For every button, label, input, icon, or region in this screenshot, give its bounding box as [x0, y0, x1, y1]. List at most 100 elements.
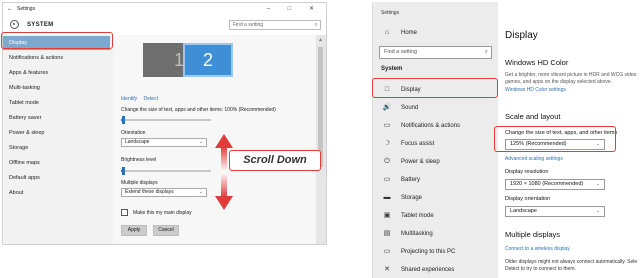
- orientation-value: Landscape: [125, 139, 150, 145]
- window-title: Settings: [381, 10, 400, 16]
- sidebar-item-apps[interactable]: Apps & features: [3, 66, 110, 80]
- sidebar-item-battery[interactable]: ▭ Battery: [373, 171, 498, 189]
- sidebar-item-label: Shared experiences: [401, 267, 455, 273]
- chevron-down-icon: ⌄: [198, 139, 203, 145]
- sidebar-item-label: Tablet mode: [401, 213, 434, 219]
- main-display-checkbox[interactable]: [121, 209, 128, 216]
- hd-color-settings-link[interactable]: Windows HD Color settings: [505, 87, 566, 93]
- sidebar-item-home[interactable]: ⌂ Home: [373, 24, 498, 42]
- hd-color-description-line2: games, and apps on the display selected …: [505, 79, 613, 85]
- arrow-down-icon: [215, 196, 233, 210]
- search-input[interactable]: Find a setting ⌕: [379, 46, 492, 59]
- search-input[interactable]: Find a setting ⌕: [229, 20, 321, 30]
- brightness-label: Brightness level: [121, 157, 157, 163]
- sidebar-item-storage[interactable]: Storage: [3, 141, 110, 155]
- sidebar-item-projecting[interactable]: ▭ Projecting to this PC: [373, 243, 498, 261]
- sidebar-item-about[interactable]: About: [3, 186, 110, 200]
- sidebar-item-label: Battery: [401, 177, 421, 183]
- sidebar-item-multitasking[interactable]: Multi-tasking: [3, 81, 110, 95]
- older-displays-text-line2: Detect to try to connect to them.: [505, 266, 576, 272]
- advanced-scaling-link[interactable]: Advanced scaling settings: [505, 156, 563, 162]
- detect-link[interactable]: Detect: [144, 96, 158, 102]
- orientation-value: Landscape: [510, 208, 537, 214]
- orientation-dropdown[interactable]: Landscape ⌄: [505, 206, 605, 217]
- sidebar-item-multitasking[interactable]: ▤ Multitasking: [373, 225, 498, 243]
- apply-button[interactable]: Apply: [121, 225, 147, 236]
- page-title: SYSTEM: [27, 22, 54, 28]
- battery-icon: ▭: [383, 176, 391, 183]
- sidebar-item-label: Sound: [401, 105, 419, 111]
- resolution-dropdown[interactable]: 1920 × 1080 (Recommended) ⌄: [505, 179, 605, 190]
- moon-icon: ☽: [383, 140, 391, 147]
- sidebar-item-power-sleep[interactable]: Power & sleep: [3, 126, 110, 140]
- multitasking-icon: ▤: [383, 230, 391, 237]
- home-icon: ⌂: [384, 29, 390, 36]
- sidebar-item-battery-saver[interactable]: Battery saver: [3, 111, 110, 125]
- sidebar-item-tablet-mode[interactable]: ▣ Tablet mode: [373, 207, 498, 225]
- multiple-displays-heading: Multiple displays: [505, 230, 561, 239]
- page-title: Display: [505, 30, 538, 41]
- power-icon: ⏻: [384, 158, 390, 165]
- sidebar-item-default-apps[interactable]: Default apps: [3, 171, 110, 185]
- gear-icon: [10, 20, 19, 29]
- highlight-display-left: [1, 32, 113, 49]
- chevron-down-icon: ⌄: [595, 181, 600, 187]
- search-icon: ⌕: [314, 22, 318, 28]
- speaker-icon: 🔊: [382, 104, 392, 111]
- highlight-scale-setting: [494, 126, 616, 152]
- sidebar-item-storage[interactable]: ▬ Storage: [373, 189, 498, 207]
- chevron-down-icon: ⌄: [595, 208, 600, 214]
- orientation-label: Display orientation: [505, 196, 551, 202]
- sidebar: Display Notifications & actions Apps & f…: [3, 35, 110, 244]
- scale-slider-thumb[interactable]: [121, 116, 125, 124]
- title-bar: ← Settings – □ ✕: [3, 3, 326, 15]
- cancel-button[interactable]: Cancel: [153, 225, 179, 236]
- orientation-label: Orientation: [121, 130, 146, 136]
- resolution-label: Display resolution: [505, 169, 549, 175]
- search-placeholder: Find a setting: [384, 49, 418, 55]
- sidebar-item-tablet-mode[interactable]: Tablet mode: [3, 96, 110, 110]
- scale-layout-heading: Scale and layout: [505, 112, 561, 121]
- sidebar-item-label: Focus assist: [401, 141, 435, 147]
- sidebar-item-sound[interactable]: 🔊 Sound: [373, 99, 498, 117]
- sidebar: Settings ⌂ Home Find a setting ⌕ System …: [373, 2, 498, 278]
- search-placeholder: Find a setting: [233, 22, 264, 28]
- scale-label: Change the size of text, apps and other …: [121, 107, 276, 113]
- identify-detect-links: Identify Detect: [121, 96, 163, 102]
- multiple-displays-label: Multiple displays: [121, 180, 158, 186]
- scroll-up-icon[interactable]: ▲: [318, 37, 323, 43]
- notification-icon: ▭: [383, 122, 391, 129]
- resolution-value: 1920 × 1080 (Recommended): [510, 181, 584, 187]
- arrow-shaft: [221, 147, 227, 197]
- sidebar-item-focus-assist[interactable]: ☽ Focus assist: [373, 135, 498, 153]
- brightness-slider-thumb[interactable]: [121, 167, 125, 175]
- monitor-2[interactable]: 2: [183, 43, 233, 77]
- sidebar-item-shared-experiences[interactable]: ✕ Shared experiences: [373, 261, 498, 278]
- wireless-display-link[interactable]: Connect to a wireless display: [505, 246, 570, 252]
- identify-link[interactable]: Identify: [121, 96, 137, 102]
- sidebar-item-notifications[interactable]: ▭ Notifications & actions: [373, 117, 498, 135]
- projector-icon: ▭: [383, 248, 391, 255]
- window-controls[interactable]: – □ ✕: [267, 5, 322, 12]
- brightness-slider[interactable]: [121, 167, 211, 175]
- sidebar-item-power-sleep[interactable]: ⏻ Power & sleep: [373, 153, 498, 171]
- highlight-display-right: [372, 78, 498, 98]
- hd-color-description-line1: Get a brighter, more vibrant picture in …: [505, 72, 637, 78]
- sidebar-item-notifications[interactable]: Notifications & actions: [3, 51, 110, 65]
- scale-slider[interactable]: [121, 116, 211, 124]
- sidebar-item-label: Notifications & actions: [401, 123, 461, 129]
- storage-icon: ▬: [383, 194, 391, 201]
- sidebar-item-offline-maps[interactable]: Offline maps: [3, 156, 110, 170]
- back-arrow-icon[interactable]: ←: [7, 6, 13, 12]
- scroll-down-callout: Scroll Down: [229, 150, 321, 171]
- vertical-scrollbar[interactable]: ▲: [316, 35, 326, 244]
- multiple-displays-dropdown[interactable]: Extend these displays ⌄: [121, 188, 207, 197]
- sidebar-item-label: Projecting to this PC: [401, 249, 456, 255]
- orientation-dropdown[interactable]: Landscape ⌄: [121, 138, 207, 147]
- arrow-up-icon: [215, 134, 233, 148]
- tablet-icon: ▣: [383, 212, 391, 219]
- sidebar-item-label: Multitasking: [401, 231, 433, 237]
- section-heading: System: [381, 66, 403, 72]
- main-display-label: Make this my main display: [133, 210, 192, 216]
- scrollbar-thumb[interactable]: [318, 47, 323, 167]
